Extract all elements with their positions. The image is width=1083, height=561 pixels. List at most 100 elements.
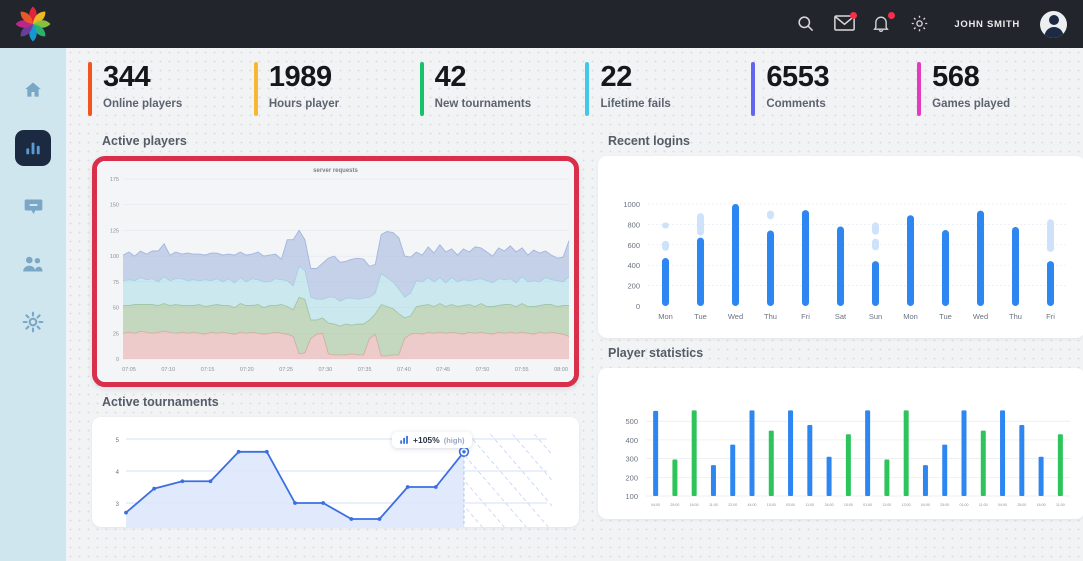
svg-text:01:00: 01:00 <box>960 503 969 507</box>
svg-text:1000: 1000 <box>623 200 640 209</box>
recent-logins-chart[interactable]: 0 200 400 600 800 1000 Mon Tue Wed Thu Fri Sat Sun Mo… <box>598 156 1083 338</box>
stat-card-comments[interactable]: 6553 Comments <box>751 62 917 116</box>
svg-text:44:00: 44:00 <box>748 503 757 507</box>
top-navigation-bar: JOHN SMITH <box>0 0 1083 48</box>
svg-text:Thu: Thu <box>1009 312 1022 321</box>
panel-title-recent-logins: Recent logins <box>608 134 690 148</box>
stat-label: Hours player <box>268 98 340 111</box>
svg-text:07:05: 07:05 <box>122 367 136 373</box>
sidebar-item-home[interactable] <box>15 72 51 108</box>
svg-text:07:35: 07:35 <box>358 367 372 373</box>
stat-value: 344 <box>103 61 151 93</box>
stat-card-hours-player[interactable]: 1989 Hours player <box>253 61 420 116</box>
stat-accent-bar <box>419 62 424 116</box>
svg-text:13:00: 13:00 <box>902 503 911 507</box>
stat-value: 1989 <box>268 61 332 93</box>
tournament-change-note: (high) <box>443 435 465 445</box>
svg-text:300: 300 <box>625 455 638 464</box>
stat-card-online-players[interactable]: 344 Online players <box>88 62 254 116</box>
bar-chart-icon <box>400 435 408 444</box>
dashboard-app: JOHN SMITH 344 Online players 1989 Hours… <box>0 0 1083 561</box>
user-avatar[interactable] <box>1040 10 1067 38</box>
stat-card-new-tournaments[interactable]: 42 New tournaments <box>419 61 586 116</box>
svg-text:25:00: 25:00 <box>1017 503 1026 507</box>
active-players-chart[interactable]: 0 25 50 75 100 125 150 175 07:05 07:10 07:15 07:20 0… <box>97 161 574 382</box>
svg-text:200: 200 <box>625 473 638 482</box>
right-column: Recent logins 0 200 400 600 800 1000 Mon Tue Wed… <box>598 126 1083 527</box>
sidebar-item-analytics[interactable] <box>15 130 51 166</box>
svg-text:Sat: Sat <box>835 312 847 321</box>
user-name-label: JOHN SMITH <box>954 18 1020 30</box>
svg-text:175: 175 <box>110 177 119 183</box>
svg-text:Tue: Tue <box>939 312 952 321</box>
mail-icon[interactable] <box>834 12 858 34</box>
svg-text:4: 4 <box>116 470 120 476</box>
stat-accent-bar <box>751 62 756 116</box>
svg-text:Sun: Sun <box>869 312 882 321</box>
svg-text:25: 25 <box>113 331 119 337</box>
mail-notification-badge <box>850 12 858 19</box>
recent-logins-card[interactable]: 0 200 400 600 800 1000 Mon Tue Wed Thu Fri Sat Sun Mo… <box>598 156 1083 338</box>
panels-grid: Active players server requests 0 25 50 75 10… <box>66 116 1083 527</box>
stat-label: New tournaments <box>434 98 532 111</box>
svg-text:5: 5 <box>116 438 120 444</box>
svg-text:22:00: 22:00 <box>728 503 737 507</box>
panel-title-active-players: Active players <box>102 134 187 148</box>
svg-text:125: 125 <box>110 228 119 234</box>
svg-text:100: 100 <box>625 492 638 501</box>
svg-text:400: 400 <box>627 261 640 270</box>
svg-text:34:00: 34:00 <box>825 503 834 507</box>
svg-text:16:00: 16:00 <box>1037 503 1046 507</box>
sidebar-item-settings[interactable] <box>15 304 51 340</box>
stat-value: 42 <box>434 61 467 93</box>
search-icon[interactable] <box>796 14 816 34</box>
left-column: Active players server requests 0 25 50 75 10… <box>92 126 579 527</box>
stat-card-games-played[interactable]: 568 Games played <box>917 62 1083 116</box>
stat-label: Online players <box>103 98 183 111</box>
svg-text:11:00: 11:00 <box>979 503 988 507</box>
stat-value: 568 <box>932 61 980 93</box>
active-tournaments-card[interactable]: 3 4 5 +105% (high) <box>92 417 579 527</box>
stat-accent-bar <box>253 62 258 116</box>
svg-text:04:00: 04:00 <box>921 503 930 507</box>
svg-text:0: 0 <box>636 302 640 311</box>
home-icon <box>25 82 41 97</box>
svg-text:15:00: 15:00 <box>844 503 853 507</box>
svg-text:11:00: 11:00 <box>1056 503 1065 507</box>
svg-text:01:00: 01:00 <box>863 503 872 507</box>
svg-text:07:20: 07:20 <box>240 367 254 373</box>
svg-text:25:00: 25:00 <box>940 503 949 507</box>
stat-value: 22 <box>600 61 632 93</box>
panel-title-active-tournaments: Active tournaments <box>102 395 219 409</box>
bell-icon[interactable] <box>872 12 896 34</box>
svg-text:11:00: 11:00 <box>709 503 718 507</box>
svg-text:Mon: Mon <box>903 312 918 321</box>
chat-bubble-icon <box>24 199 42 214</box>
svg-text:3: 3 <box>116 502 120 508</box>
svg-text:150: 150 <box>110 203 119 209</box>
stat-card-lifetime-fails[interactable]: 22 Lifetime fails <box>585 62 751 116</box>
svg-text:04:00: 04:00 <box>651 503 660 507</box>
gear-icon <box>22 311 44 333</box>
svg-text:08:00: 08:00 <box>554 367 568 373</box>
stat-label: Games played <box>932 98 1011 111</box>
player-statistics-chart[interactable]: 100 200 300 400 500 04:00 25:00 16:00 11:00 22:00… <box>598 368 1083 519</box>
svg-text:07:15: 07:15 <box>201 367 215 373</box>
active-players-card[interactable]: server requests 0 25 50 75 100 125 150 175 07:05… <box>92 156 579 387</box>
svg-text:Fri: Fri <box>801 312 810 321</box>
app-logo[interactable] <box>0 0 66 48</box>
active-tournaments-chart[interactable]: 3 4 5 <box>92 417 579 527</box>
svg-text:75: 75 <box>113 280 119 286</box>
player-statistics-card[interactable]: 100 200 300 400 500 04:00 25:00 16:00 11:00 22:00… <box>598 368 1083 519</box>
tournament-change-value: +105% <box>413 435 440 445</box>
stat-label: Comments <box>766 98 826 111</box>
users-icon <box>23 256 43 272</box>
gear-icon[interactable] <box>910 14 930 34</box>
sidebar-item-users[interactable] <box>15 246 51 282</box>
svg-text:200: 200 <box>627 282 640 291</box>
svg-text:15:00: 15:00 <box>767 503 776 507</box>
sidebar-item-messages[interactable] <box>15 188 51 224</box>
stat-value: 6553 <box>766 61 830 93</box>
svg-text:11:00: 11:00 <box>883 503 892 507</box>
svg-text:07:40: 07:40 <box>397 367 411 373</box>
